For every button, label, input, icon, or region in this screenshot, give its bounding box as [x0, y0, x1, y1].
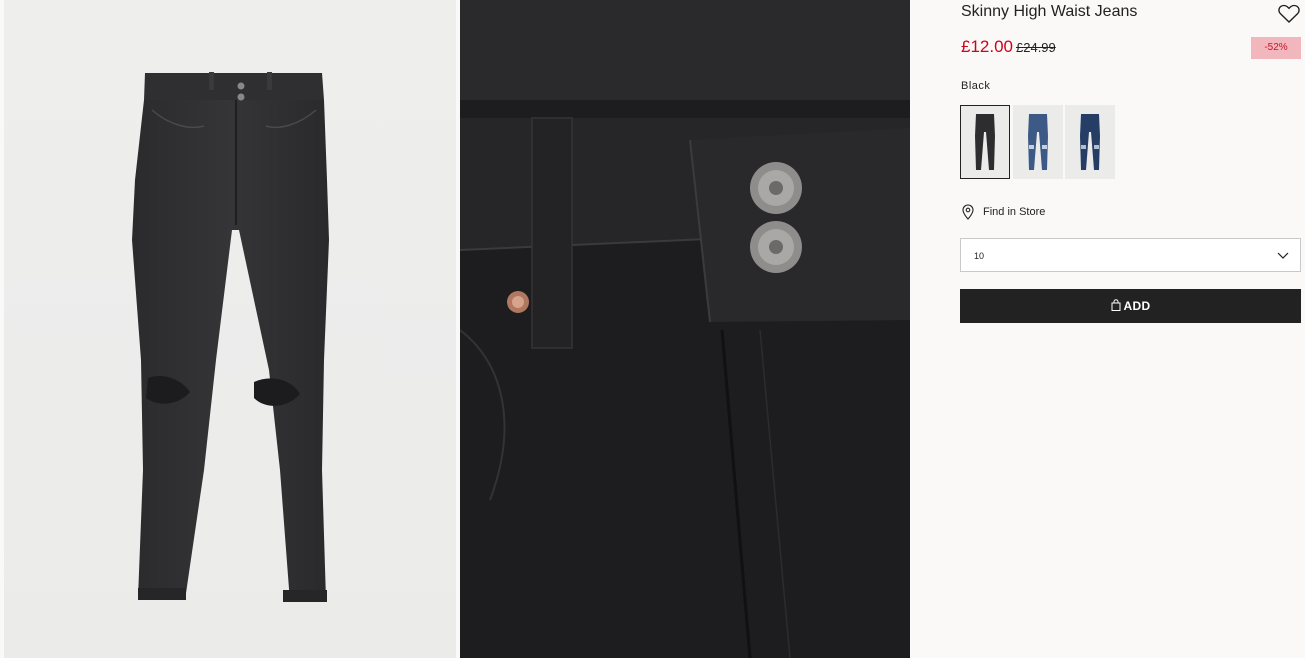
product-image-detail[interactable] — [460, 0, 910, 658]
product-info-panel: Skinny High Waist Jeans £12.00 £24.99 -5… — [960, 0, 1301, 658]
product-page: Skinny High Waist Jeans £12.00 £24.99 -5… — [0, 0, 1305, 658]
product-title: Skinny High Waist Jeans — [961, 3, 1138, 20]
product-image-main[interactable] — [4, 0, 456, 658]
add-button-label: ADD — [1123, 299, 1151, 313]
black-jeans-thumbnail — [975, 114, 995, 170]
add-button-content: ADD — [960, 289, 1301, 323]
sale-price: £12.00 — [961, 37, 1013, 56]
dark-blue-jeans-thumbnail — [1080, 114, 1100, 170]
swatch-dark-blue[interactable] — [1065, 105, 1115, 179]
size-select-value: 10 — [974, 251, 985, 261]
title-row: Skinny High Waist Jeans — [960, 3, 1301, 25]
jeans-front-image — [132, 72, 329, 602]
original-price: £24.99 — [1016, 40, 1056, 55]
size-select[interactable]: 10 — [960, 238, 1301, 272]
swatch-light-blue[interactable] — [1013, 105, 1063, 179]
favourite-button[interactable] — [1277, 3, 1301, 25]
shopping-bag-icon — [1111, 299, 1121, 311]
light-blue-jeans-thumbnail — [1028, 114, 1048, 170]
heart-icon — [1278, 4, 1300, 23]
selected-color-label: Black — [961, 80, 991, 92]
location-pin-icon — [962, 204, 974, 220]
chevron-down-icon — [1277, 252, 1289, 259]
add-to-bag-button[interactable]: ADD — [960, 289, 1301, 323]
discount-badge: -52% — [1251, 37, 1301, 59]
price-row: £12.00 £24.99 -52% — [960, 37, 1301, 61]
swatch-black[interactable] — [960, 105, 1010, 179]
find-in-store-label: Find in Store — [983, 206, 1046, 218]
jeans-closeup-image — [460, 0, 910, 658]
